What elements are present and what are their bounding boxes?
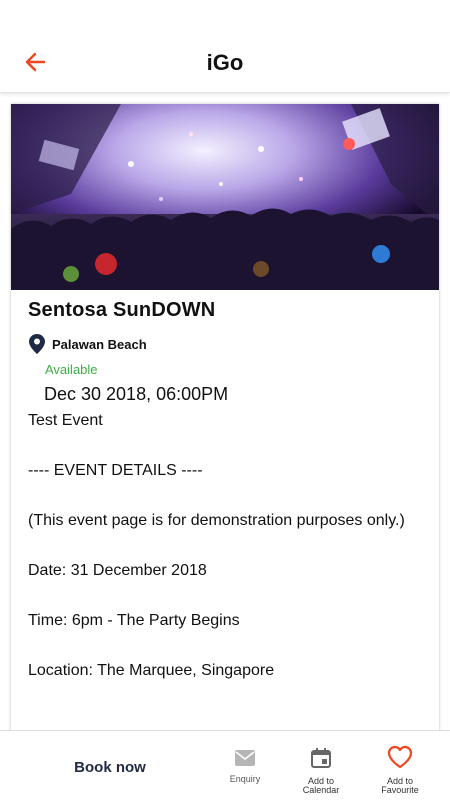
calendar-icon	[311, 748, 331, 768]
event-date: Dec 30 2018, 06:00PM	[44, 384, 229, 404]
event-card: Sentosa SunDOWN Palawan Beach Available …	[11, 104, 439, 744]
event-description: Test Event ---- EVENT DETAILS ---- (This…	[28, 408, 423, 683]
description-line: Time: 6pm - The Party Begins	[28, 612, 240, 629]
add-to-favourite-label: Add to Favourite	[381, 776, 419, 795]
add-to-calendar-label: Add to Calendar	[302, 776, 340, 795]
event-image	[11, 104, 439, 290]
enquiry-button[interactable]: Enquiry	[215, 749, 275, 784]
location-name: Palawan Beach	[52, 336, 147, 352]
book-now-button[interactable]: Book now	[30, 759, 190, 776]
app-title: iGo	[206, 50, 244, 75]
mail-icon	[235, 750, 255, 766]
enquiry-label: Enquiry	[229, 774, 261, 784]
heart-icon	[387, 745, 413, 769]
bottom-action-bar: Book now Enquiry Add to Calendar Add to …	[0, 730, 450, 801]
description-line: ---- EVENT DETAILS ----	[28, 462, 203, 479]
description-line: Date: 31 December 2018	[28, 562, 207, 579]
availability-status: Available	[45, 362, 98, 377]
top-app-bar: iGo	[0, 32, 450, 93]
event-title: Sentosa SunDOWN	[28, 299, 216, 321]
event-location: Palawan Beach	[29, 332, 147, 356]
add-to-calendar-button[interactable]: Add to Calendar	[291, 747, 351, 795]
location-pin-icon	[29, 334, 45, 354]
add-to-favourite-button[interactable]: Add to Favourite	[370, 745, 430, 795]
description-line: Test Event	[28, 412, 103, 429]
description-line: (This event page is for demonstration pu…	[28, 512, 405, 529]
description-line: Location: The Marquee, Singapore	[28, 662, 275, 679]
